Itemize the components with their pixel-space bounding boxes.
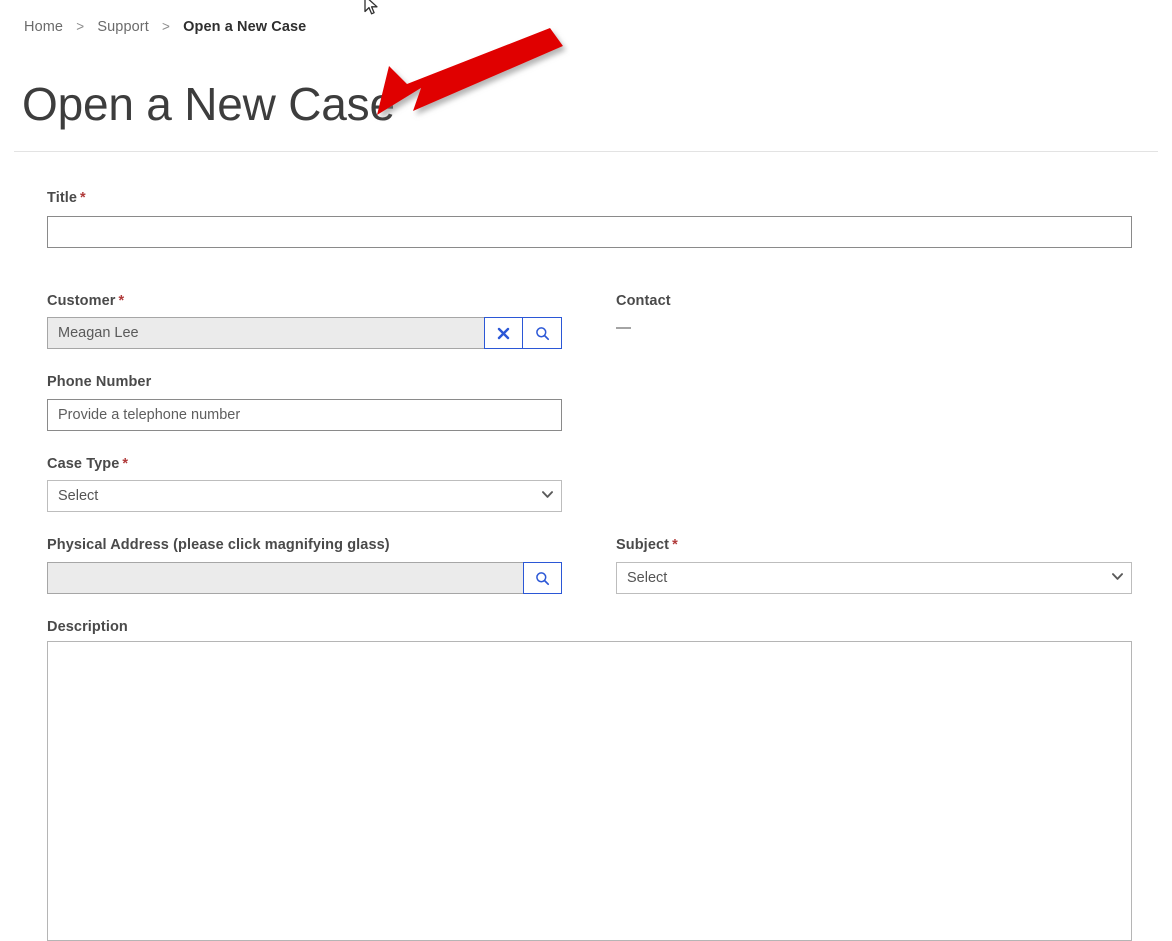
subject-label-text: Subject bbox=[616, 537, 670, 553]
physical-address-label: Physical Address (please click magnifyin… bbox=[47, 535, 390, 555]
subject-select-wrap: Select bbox=[616, 562, 1132, 594]
customer-label: Customer * bbox=[47, 291, 124, 311]
subject-select[interactable]: Select bbox=[616, 562, 1132, 594]
required-marker: * bbox=[672, 537, 678, 553]
physical-address-lookup-group bbox=[47, 562, 562, 594]
phone-number-label: Phone Number bbox=[47, 372, 151, 392]
breadcrumb-item-current: Open a New Case bbox=[183, 19, 307, 35]
subject-label: Subject * bbox=[616, 535, 678, 555]
customer-search-button[interactable] bbox=[523, 317, 562, 349]
customer-label-text: Customer bbox=[47, 293, 116, 309]
page-title: Open a New Case bbox=[22, 78, 395, 130]
title-divider bbox=[14, 151, 1158, 152]
customer-clear-button[interactable] bbox=[484, 317, 523, 349]
breadcrumb-item-home[interactable]: Home bbox=[24, 19, 63, 35]
customer-lookup-group bbox=[47, 317, 562, 349]
description-textarea[interactable] bbox=[47, 641, 1132, 941]
contact-value: — bbox=[616, 319, 631, 336]
description-label: Description bbox=[47, 617, 128, 637]
physical-address-search-button[interactable] bbox=[523, 562, 562, 594]
physical-address-input[interactable] bbox=[47, 562, 523, 594]
case-type-select-wrap: Select bbox=[47, 480, 562, 512]
page-root: Home > Support > Open a New Case Open a … bbox=[0, 0, 1172, 941]
case-type-select[interactable]: Select bbox=[47, 480, 562, 512]
required-marker: * bbox=[118, 293, 125, 309]
contact-label-text: Contact bbox=[616, 293, 671, 309]
case-type-label-text: Case Type bbox=[47, 456, 120, 472]
description-label-text: Description bbox=[47, 619, 128, 635]
mouse-cursor bbox=[362, 0, 382, 16]
breadcrumb-item-support[interactable]: Support bbox=[97, 19, 149, 35]
magnifying-glass-icon bbox=[535, 326, 550, 341]
clear-x-icon bbox=[497, 327, 510, 340]
physical-address-label-text: Physical Address (please click magnifyin… bbox=[47, 537, 390, 553]
required-marker: * bbox=[80, 190, 86, 206]
breadcrumb-separator: > bbox=[76, 19, 85, 34]
breadcrumb-separator: > bbox=[162, 19, 170, 34]
breadcrumb: Home > Support > Open a New Case bbox=[24, 17, 306, 37]
phone-number-label-text: Phone Number bbox=[47, 374, 152, 390]
required-marker: * bbox=[122, 456, 129, 472]
magnifying-glass-icon bbox=[535, 571, 550, 586]
contact-label: Contact bbox=[616, 291, 671, 311]
title-label-text: Title bbox=[47, 190, 78, 206]
case-type-label: Case Type * bbox=[47, 454, 128, 474]
customer-input[interactable] bbox=[47, 317, 484, 349]
title-label: Title * bbox=[47, 188, 86, 208]
title-input[interactable] bbox=[47, 216, 1132, 248]
phone-number-input[interactable] bbox=[47, 399, 562, 431]
